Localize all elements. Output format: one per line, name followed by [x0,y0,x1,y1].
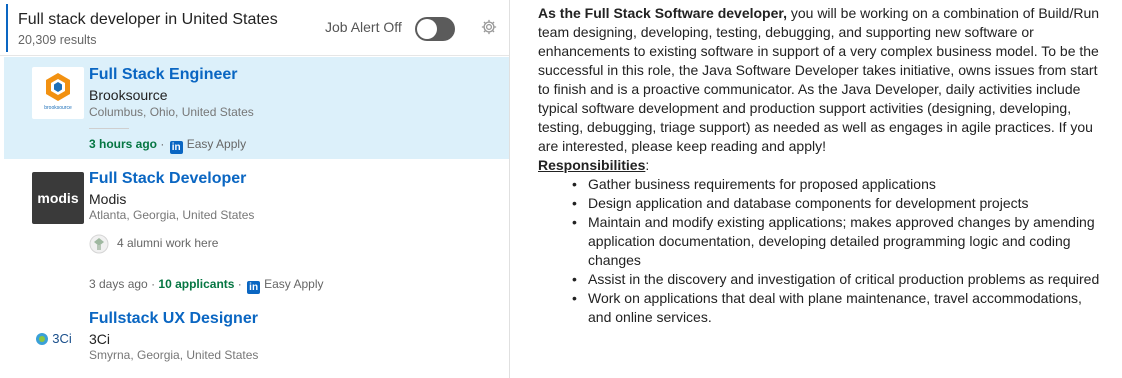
divider [89,128,129,129]
job-alert-label: Job Alert Off [325,19,402,35]
list-item: Work on applications that deal with plan… [572,289,1108,327]
result-count: 20,309 results [18,33,97,47]
job-card[interactable]: brooksource Full Stack Engineer Brooksou… [4,57,509,159]
job-title[interactable]: Full Stack Engineer [89,66,237,84]
company-logo-modis: modis [32,172,84,224]
company-name: 3Ci [89,331,111,347]
3ci-logo: 3Ci [36,331,72,346]
applicants-count: 10 applicants [158,277,235,291]
job-list-pane: Full stack developer in United States 20… [0,0,510,378]
meta-separator: · [237,277,242,291]
job-title[interactable]: Full Stack Developer [89,170,246,188]
list-item: Assist in the discovery and investigatio… [572,270,1108,289]
alumni-icon [89,234,109,254]
modis-logo-text: modis [37,190,79,206]
accent-bar [6,4,8,52]
posted-time: 3 hours ago [89,137,158,151]
job-title[interactable]: Fullstack UX Designer [89,310,258,328]
gear-icon[interactable] [480,18,498,36]
logo-text: brooksource [44,105,72,111]
easy-apply-label: Easy Apply [186,137,247,151]
meta-separator: · [160,137,165,151]
job-location: Smyrna, Georgia, United States [89,348,259,362]
alumni-info: 4 alumni work here [89,234,218,254]
alumni-text: 4 alumni work here [117,236,219,251]
job-location: Columbus, Ohio, United States [89,105,254,119]
linkedin-icon: in [169,141,183,154]
description-intro: As the Full Stack Software developer, yo… [538,4,1108,156]
job-location: Atlanta, Georgia, United States [89,208,255,222]
company-logo-brooksource: brooksource [32,67,84,119]
easy-apply-label: Easy Apply [264,277,324,291]
list-item: Maintain and modify existing application… [572,213,1108,270]
brooksource-logo: brooksource [44,73,72,111]
job-alert-toggle[interactable] [415,17,455,41]
company-name: Brooksource [89,87,168,103]
logo-text: 3Ci [52,331,72,346]
responsibilities-list: Gather business requirements for propose… [572,175,1108,327]
search-header: Full stack developer in United States 20… [0,0,509,56]
responsibilities-heading: Responsibilities: [538,156,1108,175]
job-meta: 3 days ago · 10 applicants · in Easy Appl… [89,277,324,294]
intro-text: you will be working on a combination of … [538,5,1100,154]
intro-bold: As the Full Stack Software developer, [538,5,787,21]
linkedin-icon: in [247,281,261,294]
job-description-pane: As the Full Stack Software developer, yo… [538,4,1108,327]
job-meta: 3 hours ago · in Easy Apply [89,137,246,154]
toggle-knob [417,19,437,39]
company-logo-3ci: 3Ci [32,312,84,364]
heading-colon: : [645,157,650,173]
list-item: Design application and database componen… [572,194,1108,213]
search-title: Full stack developer in United States [18,11,278,28]
meta-separator: · [151,277,156,291]
list-item: Gather business requirements for propose… [572,175,1108,194]
job-card[interactable]: modis Full Stack Developer Modis Atlanta… [4,160,509,300]
posted-time: 3 days ago [89,277,148,291]
job-card[interactable]: 3Ci Fullstack UX Designer 3Ci Smyrna, Ge… [4,300,509,378]
company-name: Modis [89,191,127,207]
responsibilities-heading-text: Responsibilities [538,157,646,173]
